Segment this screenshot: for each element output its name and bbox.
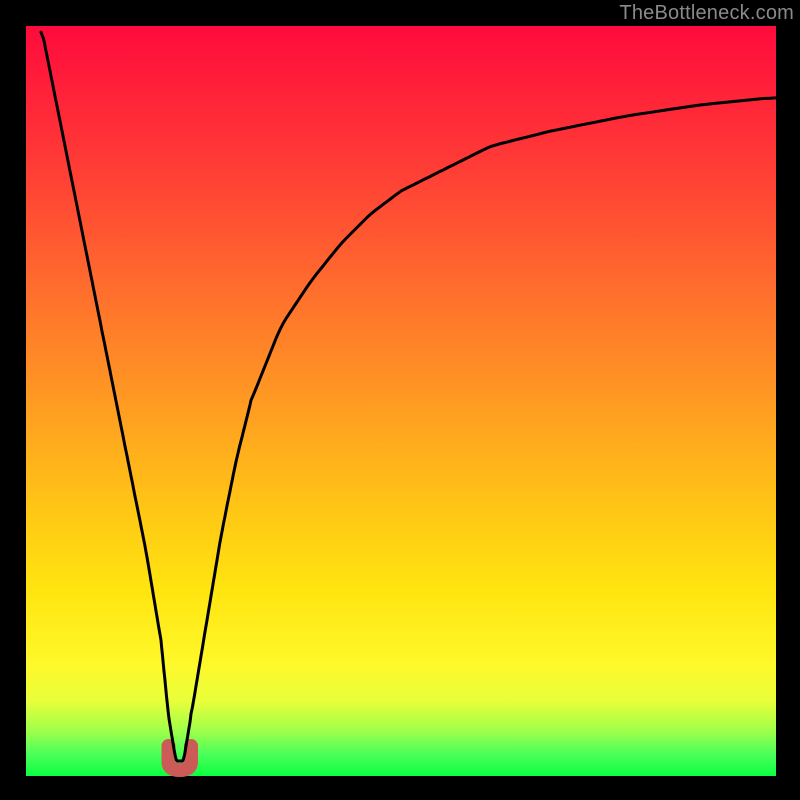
plot-area: [26, 26, 776, 776]
bottleneck-curve: [41, 32, 776, 761]
watermark-text: TheBottleneck.com: [619, 2, 794, 25]
bottleneck-marker: [169, 746, 192, 770]
chart-frame: TheBottleneck.com: [0, 0, 800, 800]
chart-svg: [26, 26, 776, 776]
